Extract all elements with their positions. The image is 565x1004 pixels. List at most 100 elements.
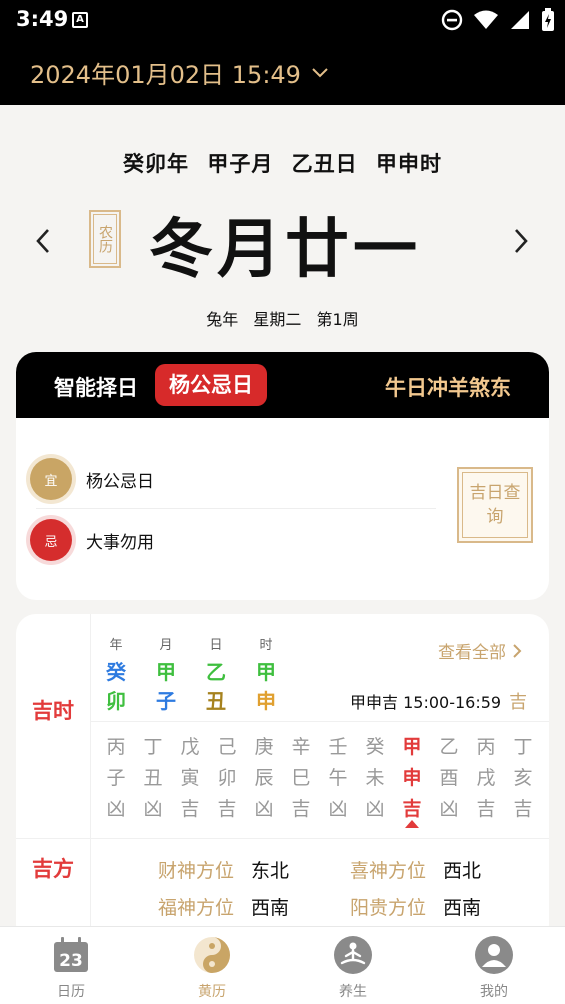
bazi-column: 年癸卯	[98, 634, 134, 714]
ganzhi-month: 甲子月	[207, 152, 274, 176]
hour-column[interactable]: 丁丑凶	[138, 732, 168, 825]
divider-2	[16, 838, 549, 839]
ganzhi-line: 癸卯年 甲子月 乙丑日 甲申时	[0, 148, 565, 178]
tab-almanac[interactable]: 黄历	[162, 935, 262, 1001]
xishen-label: 喜神方位	[350, 860, 427, 882]
bazi-gan: 乙	[206, 660, 226, 684]
hour-column-current[interactable]: 甲申吉	[397, 732, 427, 825]
chevron-right-icon	[513, 643, 522, 658]
ganzhi-hour: 甲申时	[375, 152, 442, 176]
hour-zhi: 申	[402, 767, 422, 789]
tab-health[interactable]: 养生	[303, 935, 403, 1001]
caishen-value: 东北	[251, 860, 290, 882]
hour-column[interactable]: 庚辰凶	[249, 732, 279, 825]
hour-luck: 凶	[365, 798, 385, 820]
jifang-label: 吉方	[32, 857, 74, 881]
status-bar: 3:49 A	[0, 0, 565, 40]
hour-zhi: 丑	[143, 767, 163, 789]
bazi-column: 日乙丑	[198, 634, 234, 714]
caishen-label: 财神方位	[158, 860, 235, 882]
tab-mine-label: 我的	[480, 984, 508, 1000]
battery-icon	[542, 8, 554, 31]
hour-column[interactable]: 己卯吉	[212, 732, 242, 825]
jiri-query-button[interactable]: 吉日查询	[457, 467, 533, 543]
hour-column[interactable]: 乙酉凶	[434, 732, 464, 825]
week-number: 第1周	[316, 310, 359, 329]
chevron-down-icon	[312, 67, 328, 77]
nongli-seal-text: 农历	[93, 214, 117, 264]
view-all-link[interactable]: 查看全部	[438, 638, 522, 663]
yiji-card: 智能择日 杨公忌日 牛日冲羊煞东 宜 杨公忌日 忌 大事勿用 吉日查询	[16, 352, 549, 600]
next-day-button[interactable]	[508, 226, 534, 256]
tab-calendar[interactable]: 23 日历	[21, 935, 121, 1001]
bazi-column: 时甲申	[248, 634, 284, 714]
hour-column[interactable]: 壬午凶	[323, 732, 353, 825]
hour-column[interactable]: 戊寅吉	[175, 732, 205, 825]
bazi-zhi: 申	[256, 689, 276, 713]
zodiac-year: 兔年	[206, 310, 239, 329]
calendar-icon-day: 23	[59, 951, 83, 971]
hour-zhi: 午	[328, 767, 348, 789]
bazi-column-label: 月	[159, 638, 173, 653]
yin-yang-icon	[192, 935, 232, 975]
yanggui-value: 西南	[443, 897, 482, 919]
ji-icon: 忌	[30, 519, 72, 561]
hour-column[interactable]: 辛巳吉	[286, 732, 316, 825]
current-hour-marker	[405, 820, 419, 828]
hour-zhi: 戌	[476, 767, 496, 789]
hour-gan: 丁	[143, 736, 163, 758]
smart-date-title[interactable]: 智能择日	[54, 372, 138, 402]
notification-icon: A	[72, 12, 88, 28]
hour-luck: 凶	[254, 798, 274, 820]
app-header: 2024年01月02日 15:49	[0, 40, 565, 105]
prev-day-button[interactable]	[30, 226, 56, 256]
hour-column[interactable]: 丁亥吉	[508, 732, 538, 825]
current-shichen: 甲申吉 15:00-16:59 吉	[350, 688, 527, 714]
nongli-seal: 农历	[89, 210, 121, 268]
hour-zhi: 寅	[180, 767, 200, 789]
status-time: 3:49	[16, 7, 69, 31]
bazi-column-label: 日	[209, 638, 223, 653]
yi-text: 杨公忌日	[86, 471, 154, 492]
hour-luck: 吉	[291, 798, 311, 820]
signal-icon	[511, 11, 529, 29]
hour-zhi: 亥	[513, 767, 533, 789]
user-icon	[474, 935, 514, 975]
bazi-zhi: 卯	[106, 689, 126, 713]
hour-column[interactable]: 丙子凶	[101, 732, 131, 825]
tab-mine[interactable]: 我的	[444, 935, 544, 1001]
yanggui-label: 阳贵方位	[350, 897, 427, 919]
sub-info: 兔年 星期二 第1周	[0, 306, 565, 330]
ji-row: 忌 大事勿用	[30, 519, 154, 561]
date-picker[interactable]: 2024年01月02日 15:49	[30, 55, 329, 90]
hour-luck: 凶	[143, 798, 163, 820]
current-shichen-text: 甲申吉 15:00-16:59	[350, 693, 502, 712]
lunar-date: 冬月廿一	[149, 213, 421, 287]
current-shichen-ji: 吉	[509, 692, 528, 713]
bazi-gan: 甲	[156, 660, 176, 684]
hour-luck: 吉	[217, 798, 237, 820]
hour-zhi: 酉	[439, 767, 459, 789]
hour-gan: 辛	[291, 736, 311, 758]
hour-luck: 吉	[180, 798, 200, 820]
hour-column[interactable]: 癸未凶	[360, 732, 390, 825]
divider-1	[90, 721, 549, 722]
fushen-label: 福神方位	[158, 897, 235, 919]
yiji-divider	[36, 508, 436, 509]
hour-zhi: 辰	[254, 767, 274, 789]
hour-gan: 丙	[476, 736, 496, 758]
status-icons	[441, 8, 555, 32]
hour-gan: 甲	[402, 736, 422, 758]
chong-sha: 牛日冲羊煞东	[385, 376, 511, 400]
hour-gan: 丙	[106, 736, 126, 758]
jishi-card: 吉时 吉方 年癸卯月甲子日乙丑时甲申 查看全部 甲申吉 15:00-16:59 吉…	[16, 614, 549, 944]
tab-almanac-label: 黄历	[198, 984, 226, 1000]
hour-zhi: 未	[365, 767, 385, 789]
hour-gan: 戊	[180, 736, 200, 758]
wifi-icon	[474, 10, 498, 29]
hour-gan: 丁	[513, 736, 533, 758]
hour-luck: 凶	[106, 798, 126, 820]
bazi-column-label: 时	[259, 638, 273, 653]
hour-zhi: 子	[106, 767, 126, 789]
hour-column[interactable]: 丙戌吉	[471, 732, 501, 825]
